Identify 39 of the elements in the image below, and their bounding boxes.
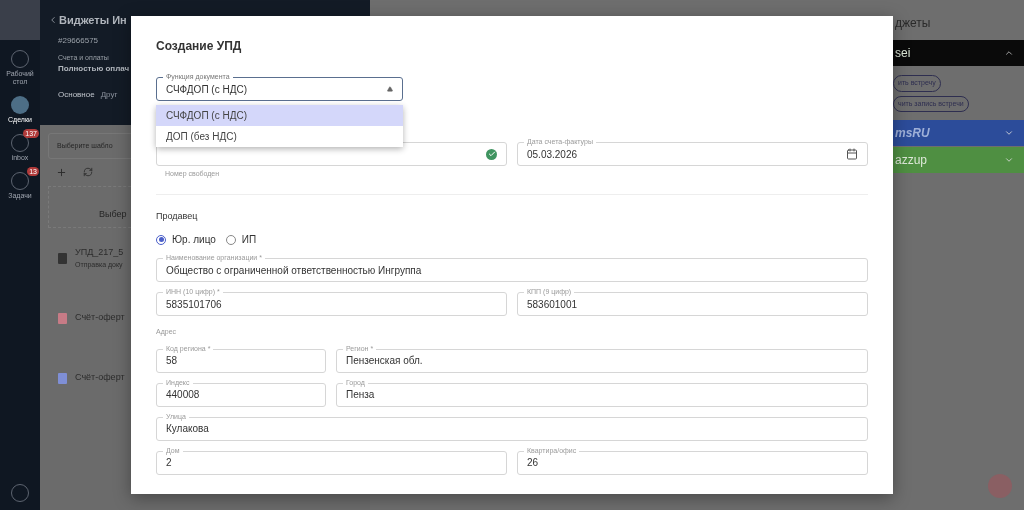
chevron-icon[interactable] (1004, 128, 1014, 138)
dropdown-option[interactable]: ДОП (без НДС) (156, 126, 403, 147)
chevron-icon[interactable] (1004, 155, 1014, 165)
widget-bar[interactable]: msRU (893, 120, 1024, 146)
refresh-icon[interactable] (83, 167, 93, 177)
field-value: 05.03.2026 (527, 147, 578, 162)
caret-icon (387, 86, 393, 92)
widget-name: sei (895, 45, 911, 62)
section-title: Продавец (156, 209, 199, 223)
field-value: 5835101706 (166, 297, 222, 312)
field-value: 58 (166, 354, 178, 368)
photo-placeholder (0, 0, 40, 40)
deal-tab[interactable]: Друг (100, 89, 118, 101)
field-value: Пенза (346, 388, 375, 402)
deal-title: Виджеты Ин (59, 13, 127, 28)
calendar-icon[interactable] (846, 148, 858, 160)
back-icon[interactable] (48, 15, 58, 26)
add-icon[interactable] (56, 167, 67, 178)
field-value: Пензенская обл. (346, 354, 423, 368)
modal-title: Создание УПД (156, 38, 243, 53)
chevron-icon[interactable] (1004, 48, 1014, 58)
field-value: 2 (166, 456, 172, 470)
field-value: 26 (527, 456, 539, 470)
deal-number: #29666575 (57, 34, 99, 47)
nav-icon (11, 96, 29, 114)
widget-name: msRU (895, 125, 930, 142)
widget-name: azzup (895, 152, 928, 169)
widget-bar[interactable]: sei (893, 40, 1024, 66)
radio-option[interactable]: Юр. лицо (156, 232, 216, 247)
field-value: 440008 (166, 388, 200, 402)
field-value: Кулакова (166, 422, 209, 436)
stage-label: Полностью оплач (57, 63, 130, 75)
field-value: Общество с ограниченной ответственностью Ингруппа (166, 263, 422, 278)
dropdown-option[interactable]: СЧФДОП (с НДС) (156, 105, 403, 126)
radio-option[interactable]: ИП (225, 232, 257, 247)
widgets-title: джеты (894, 15, 932, 32)
deal-tab[interactable]: Основное (58, 89, 95, 101)
field-value: СЧФДОП (с НДС) (166, 82, 247, 97)
field-value: 583601001 (527, 297, 578, 312)
